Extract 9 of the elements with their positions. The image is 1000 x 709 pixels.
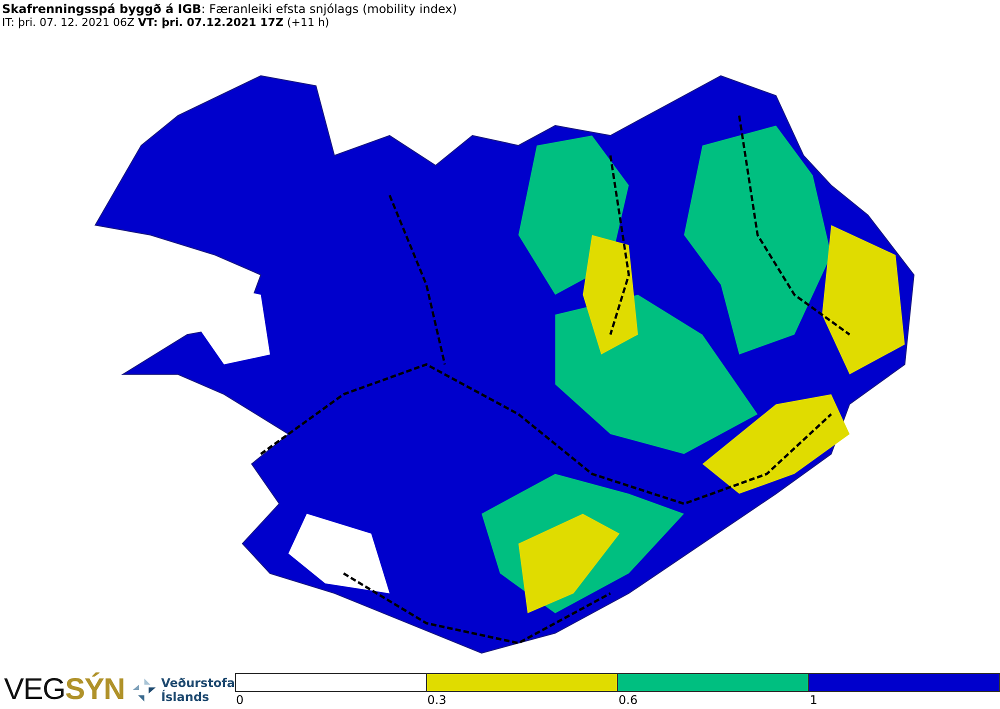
- vedurstofa-logo-text: Veðurstofa: [161, 676, 235, 690]
- legend-tick-label: 0.3: [426, 693, 446, 707]
- star-arrows-icon: [130, 676, 158, 704]
- legend-tick-label: 1: [808, 693, 818, 707]
- map-title: Skafrenningsspá byggð á IGB: Færanleiki efsta snjólags (mobility index): [2, 2, 457, 16]
- legend-tick-label: 0.6: [618, 693, 638, 707]
- vedurstofa-logo-text: Íslands: [161, 690, 210, 704]
- legend-tick-label: 0: [235, 693, 244, 707]
- forecast-times: IT: þri. 07. 12. 2021 06Z VT: þri. 07.12.2021 17Z (+11 h): [2, 16, 330, 30]
